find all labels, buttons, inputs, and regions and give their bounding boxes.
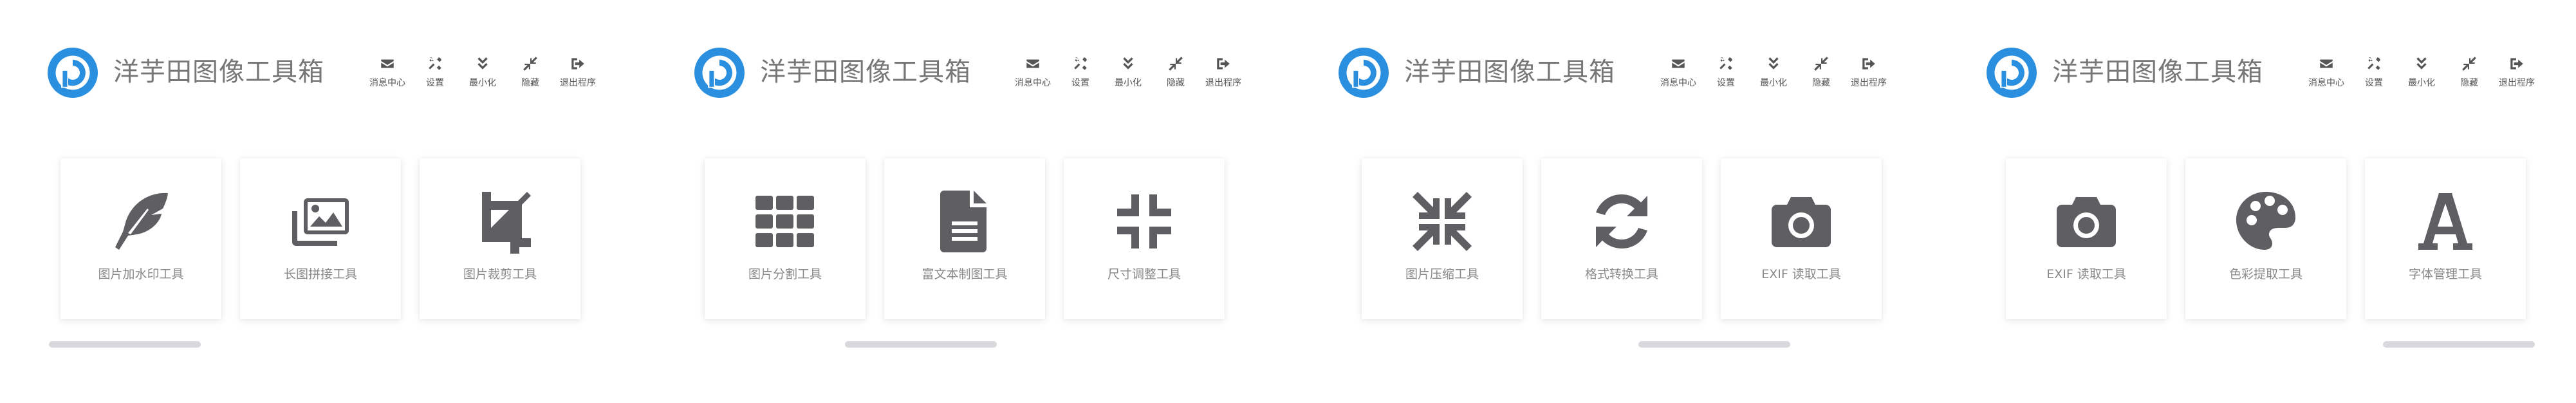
tool-card-compress[interactable]: 图片压缩工具 bbox=[1362, 158, 1523, 319]
tools-icon bbox=[1719, 57, 1732, 70]
compress-arrows-icon bbox=[1169, 57, 1183, 71]
tool-card-label: 图片压缩工具 bbox=[1405, 267, 1479, 281]
tool-card-label: 长图拼接工具 bbox=[283, 267, 357, 281]
compress-icon bbox=[1112, 189, 1176, 254]
toolbar-label: 退出程序 bbox=[1205, 78, 1241, 88]
tool-card-label: 图片加水印工具 bbox=[98, 267, 184, 281]
sign-out-icon bbox=[1862, 58, 1875, 70]
camera-icon bbox=[2054, 189, 2118, 254]
tool-card-crop[interactable]: 图片裁剪工具 bbox=[420, 158, 580, 319]
tool-card-exif[interactable]: EXIF 读取工具 bbox=[2006, 158, 2167, 319]
tools-icon bbox=[2368, 57, 2380, 70]
exit-button[interactable]: 退出程序 bbox=[1840, 55, 1898, 94]
app-logo-icon bbox=[694, 48, 745, 98]
envelope-icon bbox=[381, 59, 394, 68]
app-title: 洋芋田图像工具箱 bbox=[2052, 57, 2263, 87]
horizontal-scrollbar[interactable] bbox=[1638, 341, 1790, 348]
app-logo-icon bbox=[48, 48, 98, 98]
tool-card-convert[interactable]: 格式转换工具 bbox=[1541, 158, 1702, 319]
exit-button[interactable]: 退出程序 bbox=[549, 55, 607, 94]
double-chevron-down-icon bbox=[477, 57, 488, 70]
compress-arrows-icon bbox=[2462, 57, 2476, 71]
horizontal-scrollbar[interactable] bbox=[2383, 341, 2535, 348]
feather-icon bbox=[109, 189, 173, 254]
compress-arrows-icon bbox=[1814, 57, 1828, 71]
compress-arrows-alt-icon bbox=[1410, 189, 1474, 254]
double-chevron-down-icon bbox=[2416, 57, 2427, 70]
toolbar-label: 退出程序 bbox=[2499, 78, 2535, 88]
tool-card-label: EXIF 读取工具 bbox=[1761, 267, 1841, 281]
sign-out-icon bbox=[2510, 58, 2523, 70]
exit-button[interactable]: 退出程序 bbox=[2488, 55, 2546, 94]
app-title: 洋芋田图像工具箱 bbox=[1404, 57, 1615, 87]
tool-card-label: 格式转换工具 bbox=[1584, 267, 1658, 281]
app-strip: 洋芋田图像工具箱 消息中心 设置 最小化 隐藏 退出程序 图片加水印工具 长图拼… bbox=[0, 0, 2576, 403]
compress-arrows-icon bbox=[523, 57, 537, 71]
tool-card-font-manager[interactable]: 字体管理工具 bbox=[2365, 158, 2526, 319]
sign-out-icon bbox=[571, 58, 584, 70]
sign-out-icon bbox=[1217, 58, 1230, 70]
tool-card-long-stitch[interactable]: 长图拼接工具 bbox=[240, 158, 401, 319]
tool-card-exif[interactable]: EXIF 读取工具 bbox=[1721, 158, 1882, 319]
panel-1: 洋芋田图像工具箱 消息中心 设置 最小化 隐藏 退出程序 图片加水印工具 长图拼… bbox=[0, 0, 644, 403]
panel-2: 洋芋田图像工具箱 消息中心 设置 最小化 隐藏 退出程序 图片分割工具 富文本制… bbox=[645, 0, 1289, 403]
app-logo-icon bbox=[1339, 48, 1389, 98]
app-title: 洋芋田图像工具箱 bbox=[113, 57, 324, 87]
panel-3: 洋芋田图像工具箱 消息中心 设置 最小化 隐藏 退出程序 图片压缩工具 格式转换… bbox=[1291, 0, 1934, 403]
panel-4: 洋芋田图像工具箱 消息中心 设置 最小化 隐藏 退出程序 EXIF 读取工具 色… bbox=[1932, 0, 2576, 403]
file-text-icon bbox=[932, 189, 997, 254]
horizontal-scrollbar[interactable] bbox=[49, 341, 201, 348]
sync-icon bbox=[1589, 189, 1654, 254]
exit-button[interactable]: 退出程序 bbox=[1194, 55, 1252, 94]
envelope-icon bbox=[2320, 59, 2333, 68]
tool-card-label: 富文本制图工具 bbox=[922, 267, 1008, 281]
envelope-icon bbox=[1672, 59, 1685, 68]
toolbar-label: 退出程序 bbox=[1851, 78, 1887, 88]
double-chevron-down-icon bbox=[1123, 57, 1133, 70]
images-icon bbox=[288, 189, 353, 254]
app-logo-icon bbox=[1987, 48, 2037, 98]
app-title: 洋芋田图像工具箱 bbox=[760, 57, 971, 87]
tool-card-label: 图片裁剪工具 bbox=[463, 267, 537, 281]
tool-card-watermark[interactable]: 图片加水印工具 bbox=[60, 158, 221, 319]
double-chevron-down-icon bbox=[1768, 57, 1779, 70]
tools-icon bbox=[429, 57, 441, 70]
tool-card-rich-text[interactable]: 富文本制图工具 bbox=[884, 158, 1045, 319]
crop-icon bbox=[468, 189, 532, 254]
tool-card-label: EXIF 读取工具 bbox=[2046, 267, 2126, 281]
grid-icon bbox=[753, 189, 817, 254]
tool-card-label: 色彩提取工具 bbox=[2229, 267, 2303, 281]
tool-card-color-extract[interactable]: 色彩提取工具 bbox=[2185, 158, 2346, 319]
tool-card-label: 图片分割工具 bbox=[748, 267, 822, 281]
tool-card-label: 字体管理工具 bbox=[2408, 267, 2482, 281]
envelope-icon bbox=[1026, 59, 1039, 68]
camera-icon bbox=[1769, 189, 1833, 254]
tool-card-split[interactable]: 图片分割工具 bbox=[705, 158, 866, 319]
horizontal-scrollbar[interactable] bbox=[845, 341, 997, 348]
tool-card-label: 尺寸调整工具 bbox=[1107, 267, 1181, 281]
tool-card-resize[interactable]: 尺寸调整工具 bbox=[1064, 158, 1225, 319]
font-icon bbox=[2413, 189, 2478, 254]
palette-icon bbox=[2234, 189, 2298, 254]
tools-icon bbox=[1074, 57, 1087, 70]
toolbar-label: 退出程序 bbox=[560, 78, 596, 88]
